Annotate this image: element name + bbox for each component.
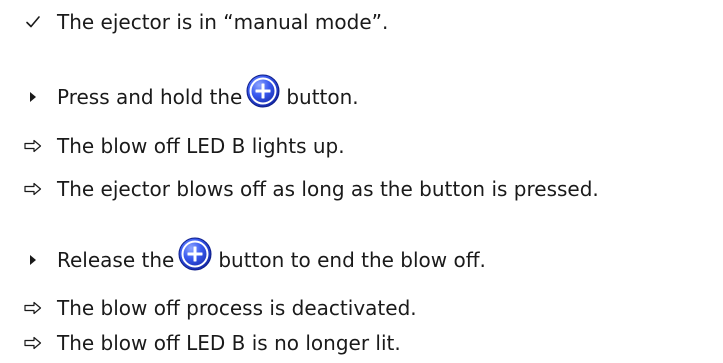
step-text: The blow off process is deactivated. [57,296,417,320]
check-icon [22,11,44,33]
result-arrow-icon [22,178,44,200]
step-text: The blow off LED B lights up. [57,134,345,158]
result-arrow-icon [22,297,44,319]
step-text: Release the [57,248,175,272]
instruction-list: The ejector is in “manual mode”. Press a… [0,0,723,363]
triangle-bullet-icon [22,86,44,108]
result-arrow-icon [22,135,44,157]
step-text: The ejector is in “manual mode”. [57,10,389,34]
plus-button-icon [246,74,280,108]
result-arrow-icon [22,332,44,354]
triangle-bullet-icon [22,249,44,271]
step-text: The blow off LED B is no longer lit. [57,331,401,355]
step-text: Press and hold the [57,85,243,109]
step-text: The ejector blows off as long as the but… [57,177,599,201]
plus-button-icon [178,237,212,271]
step-text: button to end the blow off. [218,248,486,272]
step-text: button. [286,85,359,109]
